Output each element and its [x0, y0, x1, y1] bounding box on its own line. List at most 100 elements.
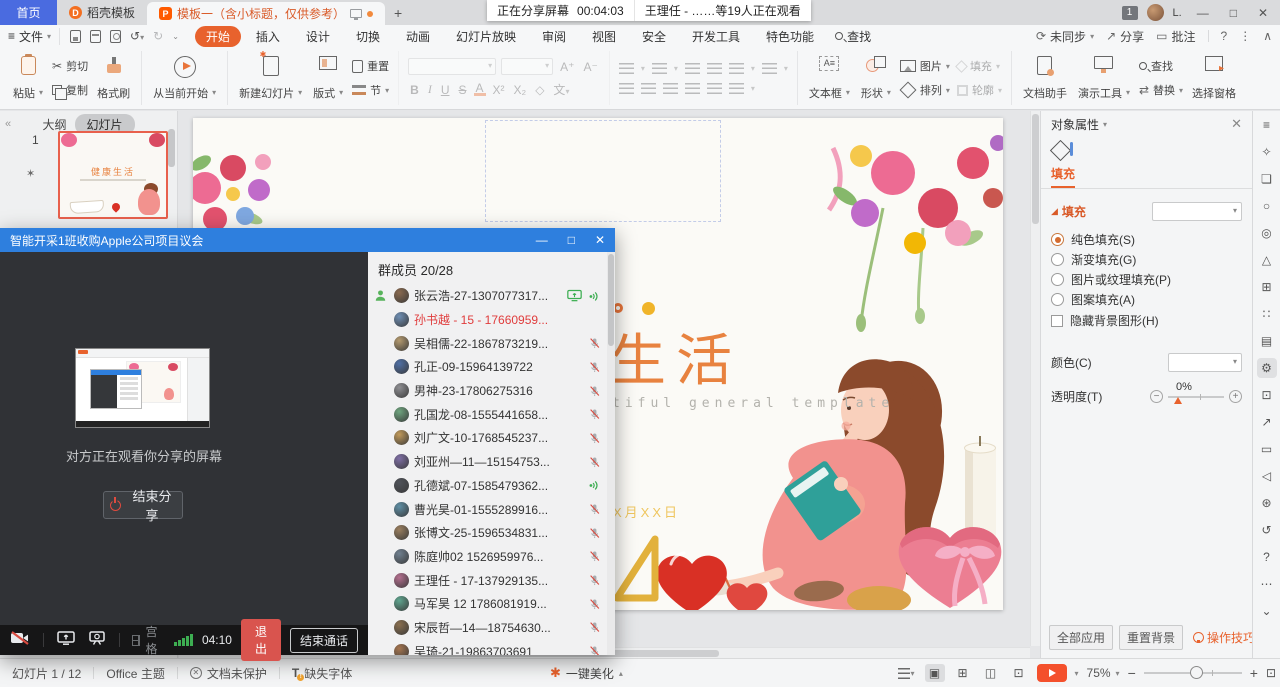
slider-thumb[interactable] — [1174, 397, 1182, 404]
shapes-button[interactable]: 形状▾ — [859, 53, 893, 104]
mic-muted-icon[interactable] — [588, 360, 601, 374]
more-options-icon[interactable]: ⋮ — [1239, 29, 1251, 43]
fill-preset-select[interactable] — [1152, 202, 1242, 221]
mic-muted-icon[interactable] — [588, 336, 601, 350]
line-spacing-icon[interactable] — [729, 83, 744, 94]
table-icon[interactable]: ⊞ — [1257, 277, 1277, 297]
chart-icon[interactable]: ▤ — [1257, 331, 1277, 351]
slide-date-text[interactable]: X月XX日 — [613, 502, 680, 521]
align-text-icon[interactable] — [762, 63, 777, 74]
text-direction-icon[interactable] — [729, 63, 744, 74]
section-button[interactable]: 节▾ — [352, 82, 389, 98]
sync-status-button[interactable]: ⟳未同步▾ — [1036, 28, 1094, 45]
meeting-close-button[interactable]: ✕ — [585, 233, 615, 247]
canvas-vertical-scrollbar[interactable] — [1030, 111, 1040, 646]
file-menu[interactable]: ≡ 文件 ▾ — [8, 28, 60, 45]
document-tab[interactable]: P 模板一（含小标题，仅供参考） — [147, 2, 385, 25]
selection-placeholder[interactable] — [485, 120, 721, 222]
notes-button[interactable]: ▾ — [897, 664, 917, 682]
export-share-icon[interactable]: ↗ — [1257, 412, 1277, 432]
object-properties-icon[interactable]: ⚙ — [1257, 358, 1277, 378]
justify-icon[interactable] — [685, 83, 700, 94]
share-button[interactable]: ↗分享 — [1106, 28, 1144, 45]
distribute-icon[interactable] — [707, 83, 722, 94]
selection-pane-button[interactable]: 选择窗格 — [1190, 53, 1238, 104]
help-icon[interactable]: ? — [1257, 547, 1277, 567]
projector-button[interactable] — [88, 631, 106, 650]
hide-background-checkbox[interactable]: 隐藏背景图形(H) — [1051, 314, 1242, 327]
switch-shapes-icon[interactable]: ❏ — [1257, 169, 1277, 189]
menu-item[interactable]: 视图 — [581, 26, 627, 47]
more-dots-icon[interactable]: ⋯ — [1257, 574, 1277, 594]
member-row[interactable]: 宋辰哲—14—18754630... — [368, 616, 615, 640]
undo-icon[interactable]: ↺▾ — [130, 29, 144, 43]
notification-badge[interactable]: 1 — [1122, 6, 1138, 20]
panel-title[interactable]: 对象属性▾ — [1051, 116, 1107, 133]
slideshow-view-button[interactable]: ⊡ — [1009, 664, 1029, 682]
strikethrough-button[interactable]: S — [456, 83, 468, 97]
play-options-icon[interactable]: ▾ — [1075, 669, 1079, 678]
fill-option-radio[interactable]: 图案填充(A) — [1051, 293, 1242, 306]
copy-button[interactable]: 复制 — [52, 82, 88, 98]
protection-status[interactable]: ✕文档未保护 — [190, 665, 267, 682]
customize-quickbar-icon[interactable]: ⌄ — [172, 32, 179, 41]
reset-slide-button[interactable]: 重置 — [352, 58, 389, 74]
mic-muted-icon[interactable] — [588, 431, 601, 445]
member-row[interactable]: 吴琦-21-19863703691 — [368, 639, 615, 655]
slide-thumbnail[interactable]: 健康生活 — [58, 131, 168, 219]
sound-on-icon[interactable] — [588, 478, 601, 492]
outline-tab[interactable]: 大纲 — [42, 116, 66, 133]
menu-item[interactable]: 插入 — [245, 26, 291, 47]
member-row[interactable]: 陈庭帅02 1526959976... — [368, 545, 615, 569]
member-row[interactable]: 吴相儒-22-1867873219... — [368, 331, 615, 355]
meeting-minimize-button[interactable]: — — [526, 233, 558, 247]
mic-muted-icon[interactable] — [588, 407, 601, 421]
slide-subtitle-text[interactable]: tiful general template — [612, 396, 894, 411]
stamp-icon[interactable]: △ — [1257, 250, 1277, 270]
subscript-button[interactable]: X₂ — [512, 83, 529, 97]
missing-fonts-warning[interactable]: T缺失字体 — [292, 665, 352, 682]
font-color-button[interactable]: A — [474, 83, 486, 96]
fill-option-radio[interactable]: 图片或纹理填充(P) — [1051, 273, 1242, 286]
decrease-indent-icon[interactable] — [685, 63, 700, 74]
meeting-titlebar[interactable]: 智能开采1班收购Apple公司项目议会 — □ ✕ — [0, 228, 615, 252]
increase-font-button[interactable]: A⁺ — [558, 60, 576, 74]
cut-button[interactable]: ✂剪切 — [52, 58, 88, 74]
minimize-button[interactable]: — — [1191, 6, 1215, 20]
apps-grid-icon[interactable]: ∷ — [1257, 304, 1277, 324]
member-row[interactable]: 孔正-09-15964139722 — [368, 355, 615, 379]
menu-item[interactable]: 设计 — [295, 26, 341, 47]
mic-muted-icon[interactable] — [588, 526, 601, 540]
save-icon[interactable] — [70, 30, 81, 43]
mic-muted-icon[interactable] — [588, 644, 601, 655]
member-row[interactable]: 马军昊 12 1786081919... — [368, 592, 615, 616]
member-row[interactable]: 孙书越 - 15 - 17660959... — [368, 308, 615, 332]
format-painter-button[interactable]: 格式刷 — [95, 53, 132, 104]
zoom-out-button[interactable]: − — [1128, 665, 1136, 681]
phonetic-guide-button[interactable]: 文▾ — [551, 81, 571, 98]
collapse-lines-icon[interactable]: ≡ — [1257, 115, 1277, 135]
member-row[interactable]: 张博文-25-1596534831... — [368, 521, 615, 545]
member-row[interactable]: 曹光昊-01-1555289916... — [368, 497, 615, 521]
underline-button[interactable]: U — [439, 83, 452, 97]
fill-option-radio[interactable]: 渐变填充(G) — [1051, 253, 1242, 266]
zoom-level[interactable]: 75%▾ — [1087, 666, 1120, 680]
menu-item[interactable]: 幻灯片放映 — [445, 26, 527, 47]
audio-icon[interactable]: ◁ — [1257, 466, 1277, 486]
shape-outline-button[interactable]: 轮廓▾ — [957, 82, 1002, 98]
reset-background-button[interactable]: 重置背景 — [1119, 625, 1183, 650]
camera-off-button[interactable] — [10, 631, 30, 650]
replace-button[interactable]: ⇄替换▾ — [1139, 82, 1183, 98]
normal-view-button[interactable]: ▣ — [925, 664, 945, 682]
bold-button[interactable]: B — [408, 83, 421, 97]
transparency-slider[interactable]: 0% — [1168, 396, 1224, 398]
mic-muted-icon[interactable] — [588, 573, 601, 587]
fill-tab[interactable]: 填充 — [1051, 165, 1075, 188]
navigation-icon[interactable]: ⊛ — [1257, 493, 1277, 513]
end-share-button[interactable]: 结束分享 — [103, 491, 183, 519]
menu-item[interactable]: 特色功能 — [755, 26, 825, 47]
zoom-slider[interactable] — [1144, 672, 1242, 674]
insert-shape-icon[interactable]: ○ — [1257, 196, 1277, 216]
menu-item[interactable]: 开始 — [195, 26, 241, 47]
member-row[interactable]: 孔国龙-08-1555441658... — [368, 402, 615, 426]
